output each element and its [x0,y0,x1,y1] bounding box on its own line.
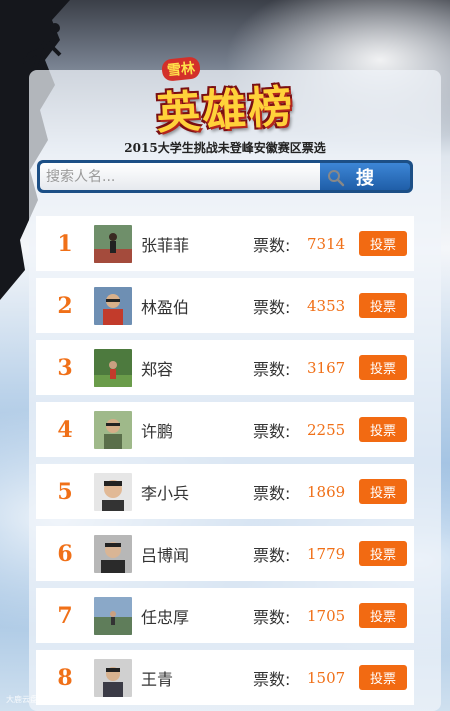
votes-count: 4353 [307,296,346,315]
votes-count: 1779 [307,544,346,563]
rank-number: 2 [57,292,73,319]
search-icon [328,170,345,187]
avatar [94,410,132,449]
votes-label: 票数: [253,669,291,689]
rank-number: 4 [57,416,73,443]
avatar [94,286,132,325]
vote-button[interactable]: 投票 [359,603,407,628]
vote-button[interactable]: 投票 [359,231,407,256]
candidate-name: 郑容 [141,359,174,379]
avatar [94,534,132,573]
votes-count: 3167 [307,358,346,377]
candidate-row: 8 王青 票数: 1507 投票 [36,650,414,705]
votes-count: 2255 [307,420,346,439]
candidate-row: 6 吕博闻 票数: 1779 投票 [36,526,414,581]
watermark: 大鹿云盘 [6,695,38,704]
candidate-row: 5 李小兵 票数: 1869 投票 [36,464,414,519]
vote-button[interactable]: 投票 [359,355,407,380]
votes-label: 票数: [253,235,291,255]
candidate-row: 4 许鹏 票数: 2255 投票 [36,402,414,457]
rank-number: 1 [57,230,73,257]
search-input[interactable] [40,163,320,190]
candidate-name: 许鹏 [141,421,174,441]
votes-label: 票数: [253,359,291,379]
page-subtitle: 2015大学生挑战未登峰安徽赛区票选 [124,141,326,155]
rank-number: 5 [57,478,73,505]
votes-count: 1507 [307,668,346,687]
search-bar: 搜 [37,160,413,193]
rank-number: 6 [57,540,73,567]
candidate-row: 3 郑容 票数: 3167 投票 [36,340,414,395]
candidate-name: 李小兵 [141,483,190,503]
rank-number: 8 [57,664,73,691]
votes-label: 票数: [253,297,291,317]
rank-number: 7 [57,602,73,629]
avatar [94,472,132,511]
vote-button[interactable]: 投票 [359,479,407,504]
avatar [94,348,132,387]
votes-label: 票数: [253,483,291,503]
rank-number: 3 [57,354,73,381]
candidate-row: 7 任忠厚 票数: 1705 投票 [36,588,414,643]
votes-label: 票数: [253,545,291,565]
vote-button[interactable]: 投票 [359,293,407,318]
votes-count: 1705 [307,606,346,625]
votes-label: 票数: [253,607,291,627]
avatar [94,596,132,635]
vote-button[interactable]: 投票 [359,417,407,442]
avatar [94,224,132,263]
candidate-row: 2 林盈伯 票数: 4353 投票 [36,278,414,333]
votes-count: 7314 [307,234,346,253]
candidate-row: 1 张菲菲 票数: 7314 投票 [36,216,414,271]
vote-button[interactable]: 投票 [359,665,407,690]
votes-count: 1869 [307,482,346,501]
candidate-name: 王青 [141,669,174,689]
avatar [94,658,132,697]
vote-button[interactable]: 投票 [359,541,407,566]
logo-title: 英雄榜 [154,81,296,140]
candidate-name: 吕博闻 [141,545,190,565]
candidate-name: 林盈伯 [141,297,190,317]
candidate-name: 任忠厚 [141,607,190,627]
candidate-name: 张菲菲 [141,235,190,255]
votes-label: 票数: [253,421,291,441]
